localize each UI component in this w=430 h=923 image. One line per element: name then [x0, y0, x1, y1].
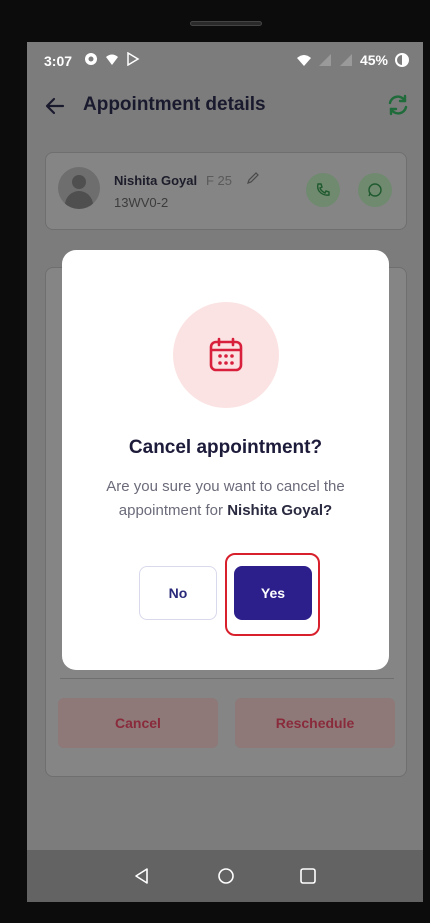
status-bar: 3:07 45% [27, 42, 423, 82]
nav-home-icon[interactable] [217, 867, 235, 885]
phone-icon [316, 183, 330, 196]
edit-icon[interactable] [246, 171, 260, 185]
calendar-icon [209, 337, 243, 372]
cancel-appointment-button[interactable]: Cancel [58, 698, 218, 748]
whatsapp-icon [368, 183, 382, 197]
nav-back-icon[interactable] [133, 867, 151, 885]
play-store-icon [127, 52, 140, 66]
battery-icon [395, 53, 409, 67]
divider [60, 678, 394, 679]
earpiece [190, 21, 262, 26]
dialog-message-patient-name: Nishita Goyal? [227, 502, 333, 519]
app-bar: Appointment details [27, 82, 423, 132]
dialog-icon-badge [173, 302, 279, 408]
signal-icon [318, 54, 331, 66]
system-navigation-bar [27, 850, 423, 902]
patient-gender-age: F 25 [206, 173, 233, 188]
back-arrow-icon[interactable] [43, 94, 67, 118]
battery-percent: 45% [359, 52, 388, 68]
patient-name: Nishita Goyal [114, 173, 198, 188]
yes-button-highlight [225, 553, 320, 636]
signal-icon-2 [339, 54, 352, 66]
system-icons: 45% [296, 52, 409, 68]
screen: 3:07 45% Appointment details Nishita Goy… [27, 42, 423, 902]
reschedule-button[interactable]: Reschedule [235, 698, 395, 748]
patient-card: Nishita Goyal F 25 13WV0-2 [45, 152, 407, 230]
cancel-confirmation-dialog: Cancel appointment? Are you sure you wan… [62, 250, 389, 670]
notification-app-icon [85, 53, 97, 65]
wifi-icon [296, 55, 311, 66]
dialog-message: Are you sure you want to cancel the appo… [82, 475, 369, 523]
nav-recents-icon[interactable] [299, 867, 317, 885]
page-title: Appointment details [83, 94, 266, 115]
wifi-off-notification-icon [106, 54, 118, 65]
status-time: 3:07 [44, 53, 73, 69]
patient-id: 13WV0-2 [114, 195, 169, 210]
refresh-icon[interactable] [385, 92, 411, 118]
whatsapp-button[interactable] [358, 173, 392, 207]
dialog-title: Cancel appointment? [128, 437, 323, 458]
avatar [58, 167, 100, 209]
call-button[interactable] [306, 173, 340, 207]
notification-icons [84, 52, 140, 66]
device-frame: 3:07 45% Appointment details Nishita Goy… [0, 0, 430, 923]
no-button[interactable]: No [139, 566, 217, 620]
